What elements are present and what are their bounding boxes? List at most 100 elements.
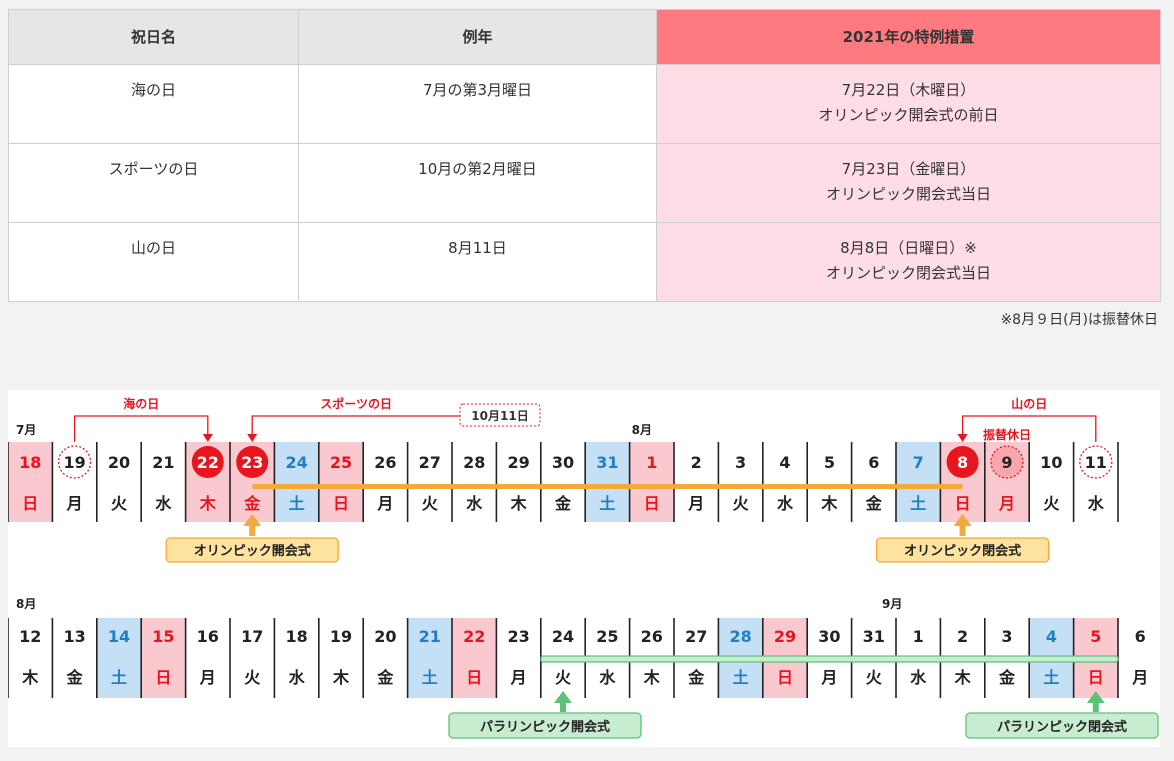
day-number: 19 [63, 453, 85, 472]
day-number: 28 [463, 453, 485, 472]
weekday-label: 木 [332, 668, 350, 687]
day-number: 16 [197, 627, 219, 646]
weekday-label: 木 [954, 668, 972, 687]
day-number: 21 [419, 627, 441, 646]
day-number: 22 [197, 453, 219, 472]
weekday-label: 金 [554, 494, 572, 513]
weekday-label: 金 [998, 668, 1016, 687]
day-number: 5 [1090, 627, 1101, 646]
day-number: 20 [374, 627, 396, 646]
day-number: 12 [19, 627, 41, 646]
day-number: 3 [735, 453, 746, 472]
holiday-special: 7月22日（木曜日） オリンピック開会式の前日 [656, 64, 1161, 144]
day-number: 3 [1001, 627, 1012, 646]
day-number: 6 [868, 453, 879, 472]
weekday-label: 火 [244, 668, 261, 687]
day-number: 10 [1040, 453, 1062, 472]
table-header-row: 祝日名 例年 2021年の特例措置 [8, 9, 1161, 65]
weekday-label: 金 [66, 668, 84, 687]
table-row: 山の日 8月11日 8月8日（日曜日）※ オリンピック閉会式当日 [8, 222, 1161, 302]
day-number: 7 [913, 453, 924, 472]
weekday-label: 水 [466, 494, 483, 513]
weekday-label: 日 [955, 494, 971, 513]
paralympic-closing-label: パラリンピック閉会式 [997, 719, 1127, 735]
day-number: 2 [957, 627, 968, 646]
weekday-label: 金 [865, 494, 883, 513]
weekday-label: 金 [687, 668, 705, 687]
weekday-label: 土 [289, 494, 305, 513]
paralympic-opening-label: パラリンピック開会式 [480, 719, 610, 735]
weekday-label: 日 [155, 668, 171, 687]
day-number: 13 [63, 627, 85, 646]
table-row: 海の日 7月の第3月曜日 7月22日（木曜日） オリンピック開会式の前日 [8, 64, 1161, 144]
day-number: 8 [957, 453, 968, 472]
month-label-july: 7月 [16, 423, 36, 437]
day-number: 25 [596, 627, 618, 646]
weekday-label: 水 [777, 494, 794, 513]
olympic-closing-label: オリンピック閉会式 [904, 543, 1021, 559]
day-number: 31 [596, 453, 618, 472]
weekday-label: 土 [910, 494, 926, 513]
weekday-label: 火 [866, 668, 883, 687]
calendar-panel: 18 日 19 月 20 火 21 水 22 木 23 金 24 土 25 日 26 月 27 火 28 水 29 木 30 金 3… [8, 390, 1160, 747]
day-number: 4 [779, 453, 790, 472]
weekday-label: 日 [644, 494, 660, 513]
day-number: 18 [19, 453, 41, 472]
sports-no-hi-label: スポーツの日 [320, 396, 392, 411]
day-number: 30 [818, 627, 840, 646]
substitute-holiday-note: ※8月９日(月)は振替休日 [1000, 312, 1158, 328]
day-number: 22 [463, 627, 485, 646]
special-desc: オリンピック閉会式当日 [825, 264, 991, 282]
olympic-period-bar [252, 484, 963, 489]
sports-arrow-head [247, 434, 258, 442]
day-number: 29 [507, 453, 529, 472]
weekday-label: 水 [599, 668, 616, 687]
weekday-label: 土 [422, 668, 438, 687]
day-number: 6 [1135, 627, 1146, 646]
furikae-label: 振替休日 [983, 427, 1031, 442]
weekday-label: 水 [155, 494, 172, 513]
day-number: 1 [913, 627, 924, 646]
special-date: 8月8日（日曜日）※ [840, 239, 977, 257]
day-number: 4 [1046, 627, 1057, 646]
weekday-label: 土 [1043, 668, 1059, 687]
day-number: 25 [330, 453, 352, 472]
day-number: 21 [152, 453, 174, 472]
umi-arrow-head [202, 434, 213, 442]
weekday-label: 日 [777, 668, 793, 687]
day-number: 18 [285, 627, 307, 646]
paralympic-opening-arrow-head [554, 691, 572, 703]
holiday-name: 山の日 [8, 222, 299, 302]
weekday-label: 月 [376, 494, 393, 513]
holiday-special: 7月23日（金曜日） オリンピック開会式当日 [656, 143, 1161, 223]
weekday-label: 木 [643, 668, 661, 687]
day-number: 19 [330, 627, 352, 646]
day-number: 24 [552, 627, 574, 646]
day-number: 17 [241, 627, 263, 646]
special-date: 7月23日（金曜日） [841, 160, 976, 178]
weekday-label: 木 [199, 494, 217, 513]
yama-arrow-head [957, 434, 968, 442]
sports-arrow-line [251, 415, 460, 438]
day-number: 30 [552, 453, 574, 472]
weekday-label: 日 [1088, 668, 1104, 687]
holiday-usual: 7月の第3月曜日 [298, 64, 657, 144]
day-number: 20 [108, 453, 130, 472]
day-number: 1 [646, 453, 657, 472]
holiday-table: 祝日名 例年 2021年の特例措置 海の日 7月の第3月曜日 7月22日（木曜日… [8, 9, 1161, 302]
weekday-label: 月 [510, 668, 527, 687]
weekday-label: 月 [199, 668, 216, 687]
olympic-opening-label: オリンピック開会式 [194, 543, 311, 559]
day-number: 26 [374, 453, 396, 472]
day-number: 28 [729, 627, 751, 646]
day-number: 23 [241, 453, 263, 472]
holiday-usual: 8月11日 [298, 222, 657, 302]
weekday-label: 火 [111, 494, 128, 513]
weekday-label: 日 [466, 668, 482, 687]
weekday-label: 木 [820, 494, 838, 513]
month-label-august: 8月 [632, 423, 652, 437]
weekday-label: 木 [21, 668, 39, 687]
day-number: 27 [419, 453, 441, 472]
day-number: 2 [691, 453, 702, 472]
weekday-label: 月 [998, 494, 1015, 513]
